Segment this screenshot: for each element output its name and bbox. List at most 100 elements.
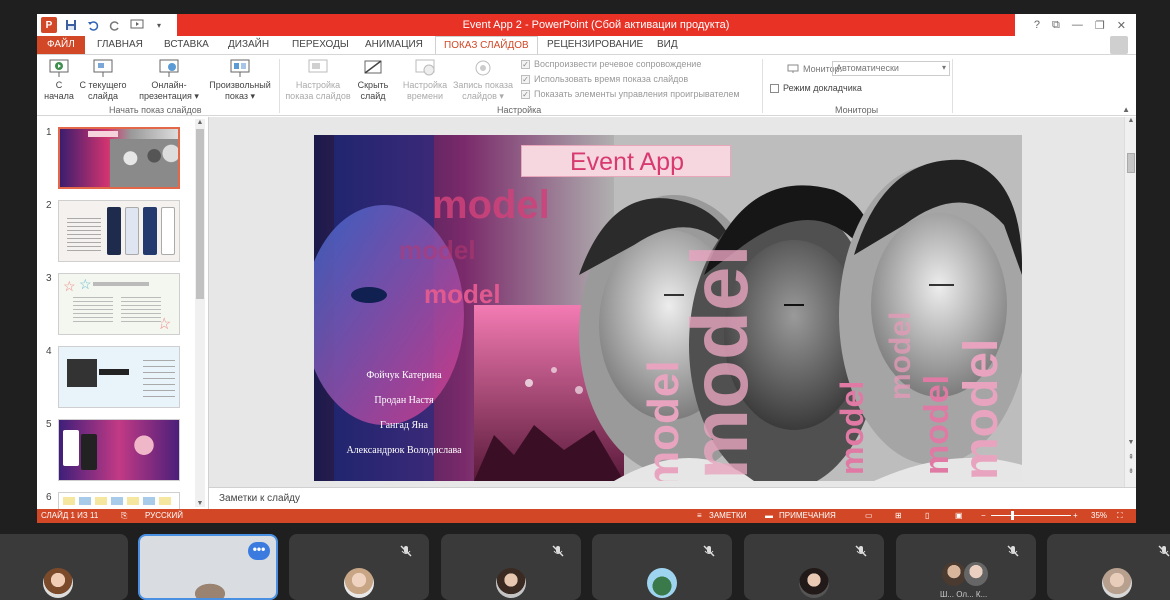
redo-icon[interactable] <box>107 17 123 33</box>
slide-thumbnail-row[interactable]: 5 <box>37 419 197 483</box>
slide-editor: Event App model model model model model … <box>209 117 1124 487</box>
tab-slide-show[interactable]: ПОКАЗ СЛАЙДОВ <box>435 36 538 54</box>
slide-thumbnail[interactable] <box>58 346 180 408</box>
tab-home[interactable]: ГЛАВНАЯ <box>97 36 143 54</box>
account-avatar[interactable] <box>1110 36 1128 54</box>
collapse-ribbon-icon[interactable]: ▲ <box>1122 105 1130 114</box>
slide-thumbnail[interactable] <box>58 127 180 189</box>
notes-toggle-button[interactable]: ЗАМЕТКИ <box>709 511 746 520</box>
monitor-icon <box>787 64 799 73</box>
slide-sorter-icon[interactable]: ⊞ <box>895 511 902 520</box>
zoom-out-icon[interactable]: − <box>981 511 986 520</box>
slide-number: 6 <box>46 492 52 503</box>
zoom-level[interactable]: 35% <box>1091 511 1107 520</box>
scroll-down-icon[interactable]: ▼ <box>1125 439 1136 446</box>
normal-view-icon[interactable]: ▭ <box>865 511 873 520</box>
slide-title-box[interactable]: Event App <box>521 145 731 177</box>
scroll-up-icon[interactable]: ▲ <box>195 119 205 126</box>
mic-muted-icon <box>552 545 564 557</box>
hide-slide-button[interactable]: Скрыть слайд <box>353 58 393 102</box>
present-online-button[interactable]: Онлайн- презентация ▾ <box>137 58 201 102</box>
participant-tile[interactable]: Ш... Ол... К... <box>896 534 1036 600</box>
zoom-in-icon[interactable]: + <box>1073 511 1078 520</box>
close-button[interactable]: ✕ <box>1117 19 1126 32</box>
slide-thumbnail-row[interactable]: 2 <box>37 200 197 264</box>
tab-insert[interactable]: ВСТАВКА <box>164 36 209 54</box>
slide-number: 2 <box>46 200 52 211</box>
scroll-up-icon[interactable]: ▲ <box>1125 117 1136 124</box>
participant-tile[interactable] <box>289 534 429 600</box>
author-name: Продан Настя <box>374 395 434 406</box>
slide-thumbnail[interactable]: ☆ ☆ ☆ <box>58 273 180 335</box>
participant-video <box>180 574 240 598</box>
from-current-slide-button[interactable]: С текущего слайда <box>77 58 129 102</box>
next-slide-icon[interactable]: ⇟ <box>1125 467 1136 475</box>
start-from-beginning-icon[interactable] <box>129 17 145 33</box>
scroll-down-icon[interactable]: ▼ <box>195 500 205 507</box>
ribbon-separator <box>952 59 953 113</box>
spellcheck-icon[interactable]: ⎘ <box>121 511 127 521</box>
slide-thumbnail[interactable] <box>58 200 180 262</box>
zoom-slider[interactable] <box>991 511 1071 520</box>
mic-muted-icon <box>400 545 412 557</box>
rehearse-timings-button[interactable]: Настройка времени <box>399 58 451 102</box>
slide-thumbnails-pane: 1 2 3 ☆ ☆ ☆ 4 5 6 ▲ ▼ <box>37 117 209 512</box>
play-narrations-checkbox[interactable]: ✓ Воспроизвести речевое сопровождение <box>521 59 701 69</box>
ribbon-display-button[interactable]: ⧉ <box>1052 19 1060 32</box>
slide-thumbnail-row[interactable]: 4 <box>37 346 197 410</box>
participant-tile[interactable] <box>1047 534 1170 600</box>
previous-slide-icon[interactable]: ⇞ <box>1125 453 1136 461</box>
maximize-button[interactable]: ❐ <box>1095 19 1105 32</box>
slide-number: 5 <box>46 419 52 430</box>
participant-tile-active[interactable]: ••• <box>138 534 278 600</box>
slide-scrollbar[interactable]: ▲ ▼ ⇞ ⇟ <box>1124 117 1136 487</box>
slide-thumbnail-row[interactable]: 1 <box>37 127 197 191</box>
custom-slide-show-button[interactable]: Произвольный показ ▾ <box>205 58 275 102</box>
more-options-button[interactable]: ••• <box>248 542 270 560</box>
tab-transitions[interactable]: ПЕРЕХОДЫ <box>292 36 349 54</box>
from-beginning-button[interactable]: С начала <box>43 58 75 102</box>
participant-tile[interactable] <box>441 534 581 600</box>
save-icon[interactable] <box>63 17 79 33</box>
slideshow-view-icon[interactable]: ▣ <box>955 511 963 520</box>
participant-tile[interactable] <box>592 534 732 600</box>
language-indicator[interactable]: РУССКИЙ <box>145 511 183 520</box>
customize-qat-icon[interactable]: ▾ <box>151 17 167 33</box>
tab-review[interactable]: РЕЦЕНЗИРОВАНИЕ <box>547 36 643 54</box>
participant-tile[interactable] <box>744 534 884 600</box>
presenter-view-checkbox[interactable]: Режим докладчика <box>770 83 862 93</box>
tab-file[interactable]: ФАЙЛ <box>37 36 85 54</box>
zoom-slider-thumb[interactable] <box>1011 511 1014 520</box>
author-name: Фойчук Катерина <box>366 370 442 381</box>
comments-icon[interactable]: ▬ <box>765 511 773 520</box>
notes-pane[interactable]: Заметки к слайду <box>209 487 1136 509</box>
undo-icon[interactable] <box>85 17 101 33</box>
slide-thumbnail[interactable] <box>58 419 180 481</box>
comments-toggle-button[interactable]: ПРИМЕЧАНИЯ <box>779 511 836 520</box>
slide-thumbnail-row[interactable]: 3 ☆ ☆ ☆ <box>37 273 197 337</box>
fit-to-window-icon[interactable]: ⛶ <box>1117 511 1123 521</box>
participant-tile[interactable] <box>0 534 128 600</box>
tab-view[interactable]: ВИД <box>657 36 678 54</box>
notes-toggle-icon[interactable]: ≡ <box>697 511 702 520</box>
monitor-select[interactable]: Автоматически ▾ <box>832 61 950 76</box>
slide-canvas[interactable]: Event App model model model model model … <box>314 135 1022 481</box>
use-timings-checkbox[interactable]: ✓ Использовать время показа слайдов <box>521 74 688 84</box>
tab-design[interactable]: ДИЗАЙН <box>228 36 269 54</box>
minimize-button[interactable]: — <box>1072 19 1083 31</box>
model-watermark-vertical: model <box>884 311 917 400</box>
setup-slide-show-button[interactable]: Настройка показа слайдов <box>283 58 353 102</box>
scrollbar-thumb[interactable] <box>196 129 204 299</box>
reading-view-icon[interactable]: ▯ <box>925 511 929 520</box>
powerpoint-window: P ▾ Event App 2 - PowerPoint (Сбой актив… <box>37 14 1136 523</box>
scrollbar-thumb[interactable] <box>1127 153 1135 173</box>
author-name: Гангад Яна <box>380 420 428 431</box>
mic-muted-icon <box>1158 545 1170 557</box>
show-media-controls-checkbox[interactable]: ✓ Показать элементы управления проигрыват… <box>521 89 740 99</box>
help-button[interactable]: ? <box>1034 19 1040 31</box>
ribbon-separator <box>762 59 763 113</box>
tab-animations[interactable]: АНИМАЦИЯ <box>365 36 423 54</box>
record-slide-show-button[interactable]: Запись показа слайдов ▾ <box>449 58 517 102</box>
ribbon-tabs: ФАЙЛ ГЛАВНАЯ ВСТАВКА ДИЗАЙН ПЕРЕХОДЫ АНИ… <box>37 36 1136 54</box>
thumbnails-scrollbar[interactable]: ▲ ▼ <box>195 119 205 507</box>
